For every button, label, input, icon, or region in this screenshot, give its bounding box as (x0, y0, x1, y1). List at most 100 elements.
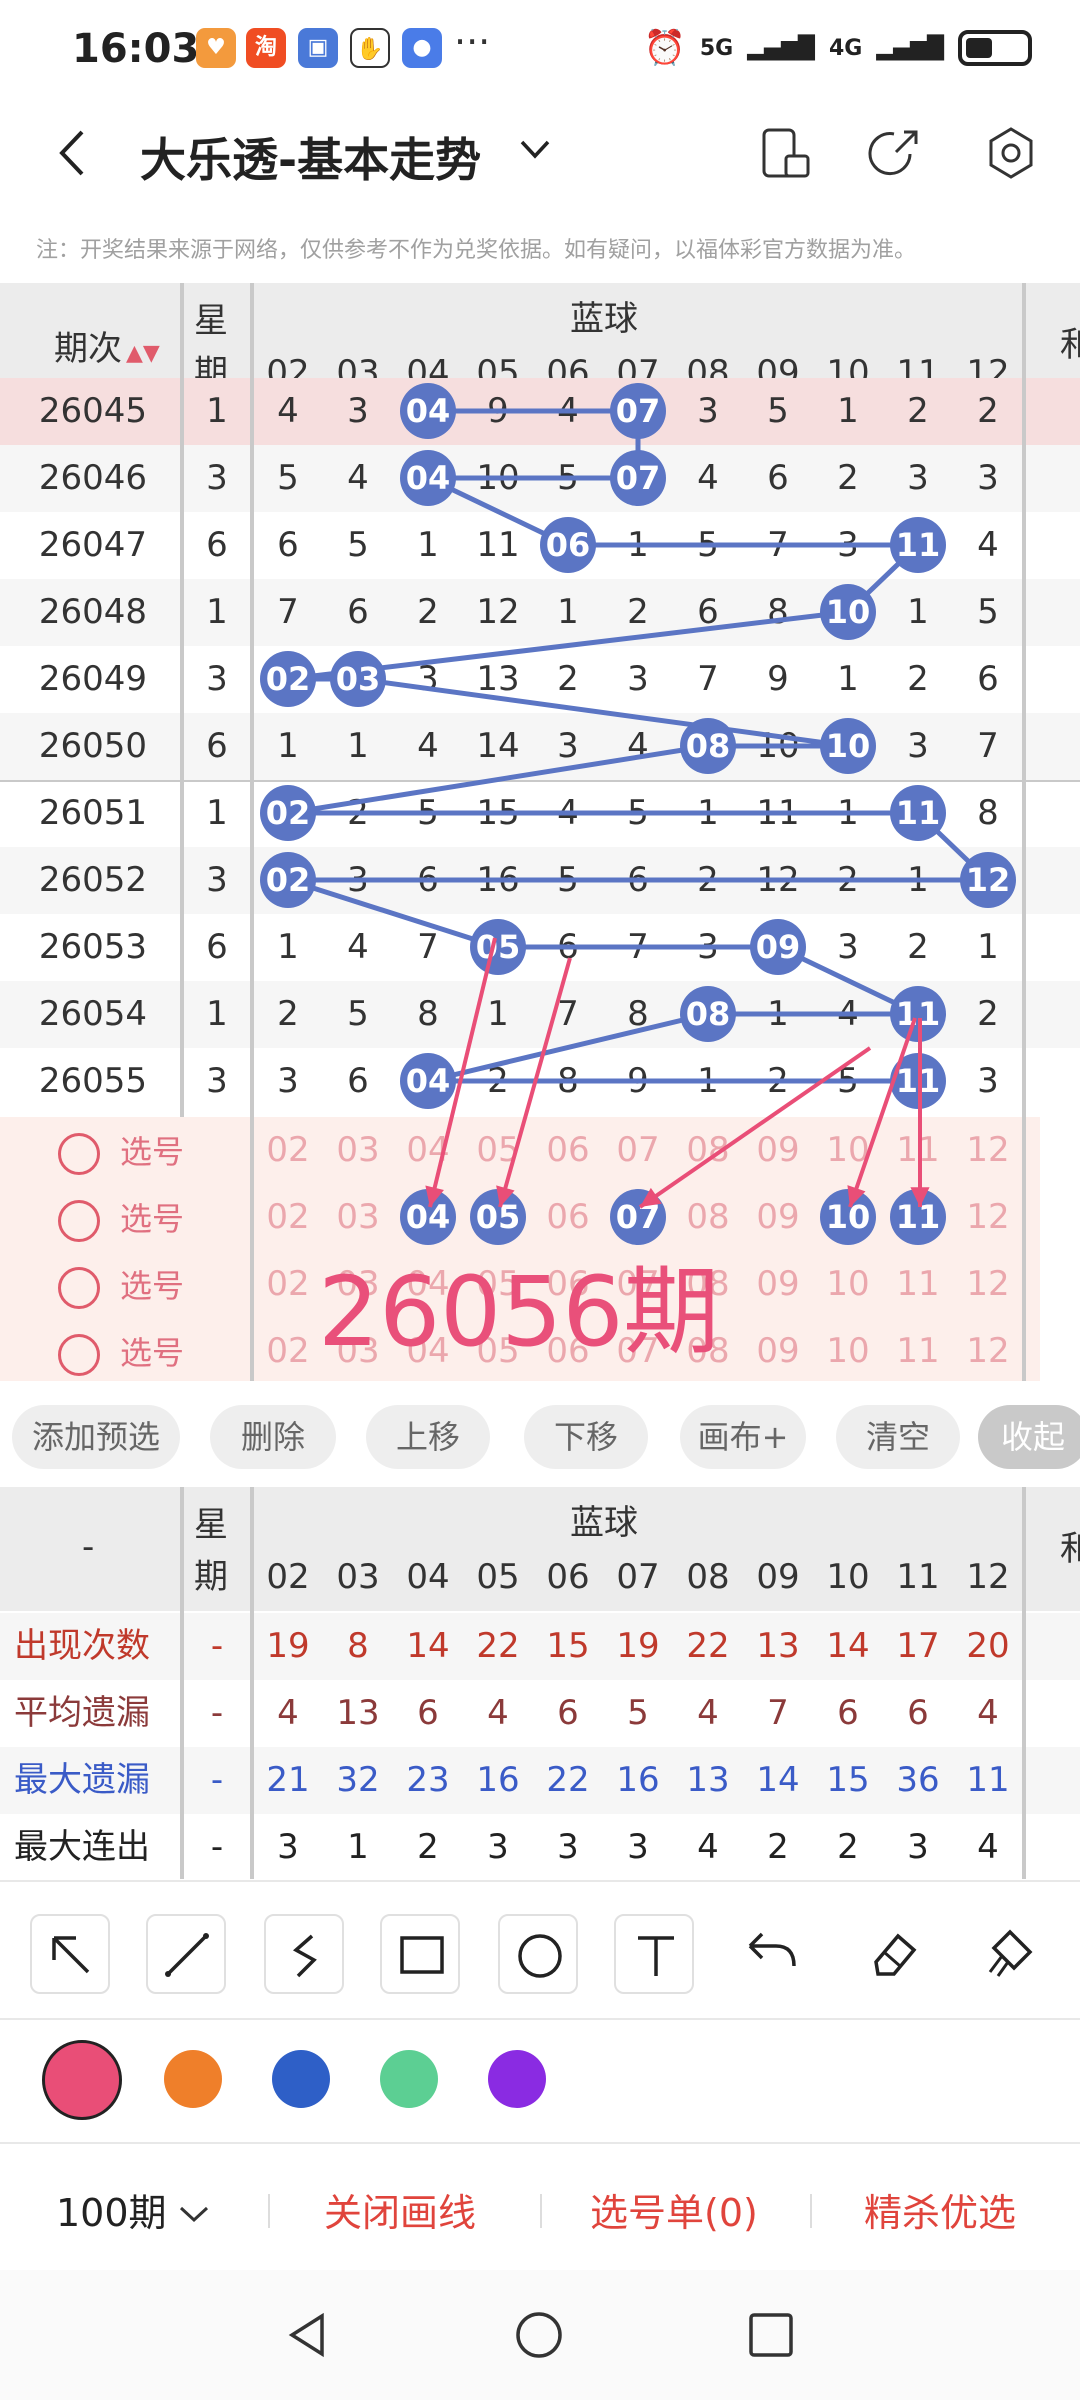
sort-icon[interactable]: ▲▼ (126, 341, 160, 366)
miss-count-cell: 5 (417, 793, 439, 833)
blue-ball: 03 (330, 651, 386, 707)
kill-pick-button[interactable]: 精杀优选 (864, 2182, 1016, 2237)
freehand-tool-icon[interactable] (264, 1914, 344, 1994)
pick-number[interactable]: 12 (953, 1117, 1023, 1184)
circle-tool-icon[interactable] (498, 1914, 578, 1994)
signal-5g: 5G (699, 35, 734, 61)
action-button-5[interactable]: 清空 (836, 1405, 960, 1469)
pick-select-circle[interactable] (58, 1133, 100, 1175)
miss-count-cell: 3 (977, 458, 999, 498)
line-tool-icon[interactable] (146, 1914, 226, 1994)
selected-blue-ball[interactable]: 11 (890, 1189, 946, 1245)
miss-count-cell: 8 (557, 1061, 579, 1101)
pick-number[interactable]: 02 (253, 1184, 323, 1251)
nav-back-icon[interactable] (282, 2310, 332, 2360)
stats-value: 22 (686, 1626, 730, 1666)
clear-canvas-icon[interactable] (976, 1922, 1046, 1986)
action-button-0[interactable]: 添加预选 (12, 1405, 180, 1469)
arrow-tool-icon[interactable] (30, 1914, 110, 1994)
selected-blue-ball[interactable]: 10 (820, 1189, 876, 1245)
stats-value: 13 (756, 1626, 800, 1666)
pick-number[interactable]: 10 (813, 1251, 883, 1318)
pick-select-circle[interactable] (58, 1334, 100, 1376)
chevron-down-icon[interactable] (518, 138, 552, 162)
miss-count-cell: 4 (697, 458, 719, 498)
period-cell: 26046 (38, 458, 148, 498)
miss-count-cell: 1 (697, 1061, 719, 1101)
pick-select-circle[interactable] (58, 1200, 100, 1242)
pick-number[interactable]: 11 (883, 1117, 953, 1184)
status-time: 16:03 (72, 26, 200, 72)
pick-number[interactable]: 02 (253, 1318, 323, 1381)
pick-number[interactable]: 09 (743, 1318, 813, 1381)
pick-number[interactable]: 08 (673, 1117, 743, 1184)
pick-number[interactable]: 09 (743, 1117, 813, 1184)
period-column-header[interactable]: 期次 ▲▼ (54, 321, 160, 370)
number-column-header: 04 (406, 1557, 450, 1597)
color-swatch[interactable] (42, 2040, 122, 2120)
pick-number[interactable]: 02 (253, 1251, 323, 1318)
phone-rotate-icon[interactable] (756, 124, 814, 182)
pick-number[interactable]: 03 (323, 1117, 393, 1184)
pick-list-button[interactable]: 选号单(0) (590, 2182, 758, 2237)
pick-number[interactable]: 07 (603, 1117, 673, 1184)
miss-count-cell: 6 (417, 860, 439, 900)
action-button-3[interactable]: 下移 (524, 1405, 648, 1469)
divider (268, 2194, 270, 2228)
settings-icon[interactable] (982, 124, 1040, 182)
miss-count-cell: 1 (627, 525, 649, 565)
miss-count-cell: 1 (417, 525, 439, 565)
pick-number[interactable]: 02 (253, 1117, 323, 1184)
miss-count-cell: 5 (557, 860, 579, 900)
back-icon[interactable] (52, 128, 92, 178)
color-swatch[interactable] (488, 2050, 546, 2108)
pick-number[interactable]: 09 (743, 1184, 813, 1251)
pick-number[interactable]: 10 (813, 1117, 883, 1184)
rectangle-tool-icon[interactable] (380, 1914, 460, 1994)
more-notifications-icon: ··· (454, 20, 491, 64)
pick-number[interactable]: 10 (813, 1318, 883, 1381)
color-swatch[interactable] (164, 2050, 222, 2108)
nav-recents-icon[interactable] (746, 2310, 796, 2360)
blue-ball: 07 (610, 383, 666, 439)
stats-value: 14 (406, 1626, 450, 1666)
action-button-2[interactable]: 上移 (366, 1405, 490, 1469)
color-swatch[interactable] (380, 2050, 438, 2108)
stats-corner: - (82, 1527, 95, 1567)
blue-ball: 10 (820, 718, 876, 774)
undo-icon[interactable] (736, 1924, 806, 1988)
miss-count-cell: 3 (907, 726, 929, 766)
pick-number[interactable]: 12 (953, 1251, 1023, 1318)
miss-count-cell: 3 (977, 1061, 999, 1101)
week-cell: 1 (206, 391, 228, 431)
miss-count-cell: 4 (347, 458, 369, 498)
pick-number[interactable]: 06 (533, 1117, 603, 1184)
pick-number[interactable]: 04 (393, 1117, 463, 1184)
miss-count-cell: 8 (417, 994, 439, 1034)
action-button-1[interactable]: 删除 (210, 1405, 336, 1469)
action-button-4[interactable]: 画布+ (680, 1405, 806, 1469)
period-select[interactable]: 100期 (56, 2182, 211, 2237)
pick-number[interactable]: 12 (953, 1184, 1023, 1251)
color-swatch[interactable] (272, 2050, 330, 2108)
close-lines-button[interactable]: 关闭画线 (324, 2182, 476, 2237)
eraser-icon[interactable] (856, 1922, 926, 1986)
pick-row[interactable]: 选号 02 03 04 05 06 07 08 09 10 11 12 (0, 1117, 1040, 1184)
miss-count-cell: 9 (767, 659, 789, 699)
pick-number[interactable]: 12 (953, 1318, 1023, 1381)
action-button-6[interactable]: 收起 (978, 1405, 1080, 1469)
pick-number[interactable]: 11 (883, 1251, 953, 1318)
pick-row-label: 选号 (120, 1267, 185, 1305)
nav-home-icon[interactable] (514, 2310, 564, 2360)
share-icon[interactable] (866, 124, 924, 182)
pick-number[interactable]: 09 (743, 1251, 813, 1318)
pick-number[interactable]: 11 (883, 1318, 953, 1381)
stats-value: 3 (277, 1827, 299, 1867)
stats-value: 2 (767, 1827, 789, 1867)
pick-number[interactable]: 05 (463, 1117, 533, 1184)
text-tool-icon[interactable] (614, 1914, 694, 1994)
pick-select-circle[interactable] (58, 1267, 100, 1309)
stats-value: 16 (476, 1760, 520, 1800)
stats-row: 最大连出 - 3 1 2 3 3 3 4 2 2 3 4 (0, 1814, 1080, 1879)
miss-count-cell: 7 (977, 726, 999, 766)
